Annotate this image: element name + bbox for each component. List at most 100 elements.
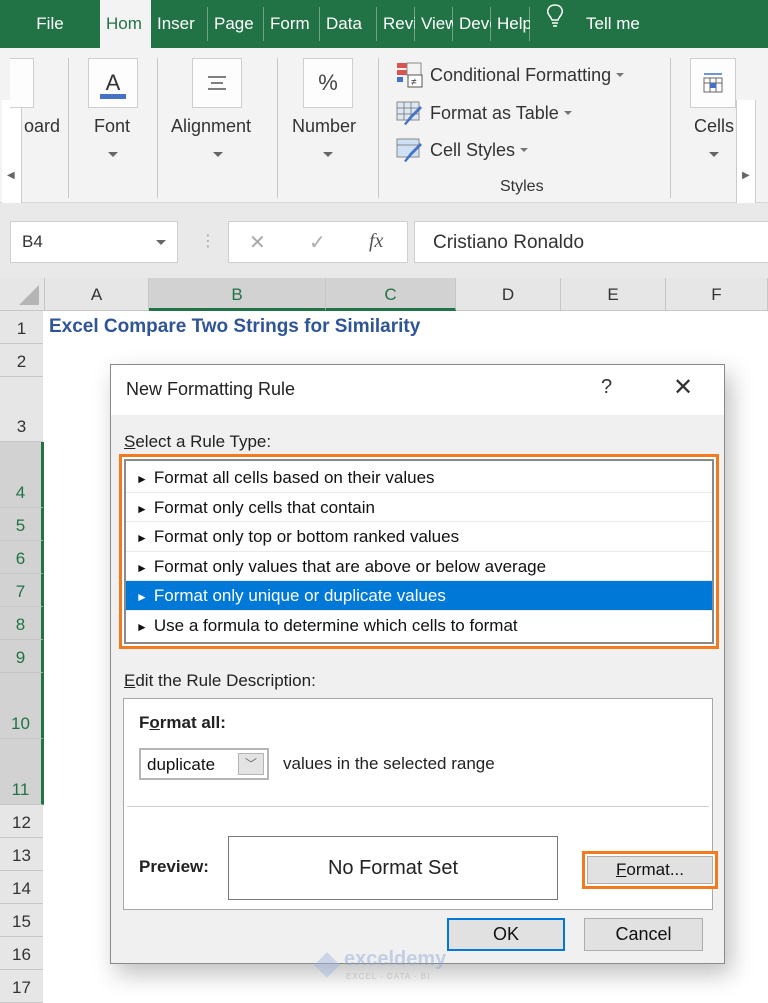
- rule-type-item[interactable]: ► Use a formula to determine which cells …: [126, 611, 712, 641]
- column-header-d[interactable]: D: [456, 278, 561, 311]
- clipboard-group-label: oard: [24, 116, 61, 136]
- cells-group-label: Cells: [694, 116, 735, 136]
- row-header-14[interactable]: 14: [0, 871, 43, 904]
- align-center-icon: [208, 76, 226, 90]
- cancel-entry-icon[interactable]: ✕: [249, 230, 266, 255]
- exceldemy-logo-icon: [314, 952, 340, 978]
- svg-text:≠: ≠: [411, 77, 417, 88]
- tab-insert[interactable]: Inser: [151, 0, 208, 48]
- name-box[interactable]: B4: [10, 221, 178, 263]
- row-header-6[interactable]: 6: [0, 541, 44, 574]
- font-color-icon: A: [105, 70, 121, 95]
- cells-insert-icon: [703, 73, 723, 93]
- row-header-13[interactable]: 13: [0, 838, 43, 871]
- chevron-down-icon[interactable]: ﹀: [238, 753, 264, 775]
- select-rule-type-label: Select a Rule Type:: [124, 432, 272, 451]
- format-all-label: Format all:: [139, 713, 226, 732]
- tab-formulas[interactable]: Form: [264, 0, 320, 48]
- ribbon-tab-bar: File Hom Inser Page Form Data Revie View…: [0, 0, 768, 50]
- formula-buttons: ✕ ✓ fx: [228, 221, 408, 263]
- new-formatting-rule-dialog: New Formatting Rule ? ✕ Select a Rule Ty…: [110, 364, 725, 964]
- rule-type-item[interactable]: ► Format only values that are above or be…: [126, 552, 712, 581]
- row-header-2[interactable]: 2: [0, 344, 43, 377]
- format-as-table-icon: [396, 100, 424, 126]
- rule-type-item-selected[interactable]: ► Format only unique or duplicate values: [126, 581, 712, 611]
- edit-rule-description-label: Edit the Rule Description:: [124, 671, 316, 690]
- column-header-a[interactable]: A: [45, 278, 149, 311]
- chevron-down-icon[interactable]: [156, 240, 166, 245]
- conditional-formatting-button[interactable]: ≠ Conditional Formatting: [396, 62, 625, 88]
- alignment-button[interactable]: [192, 58, 242, 108]
- column-header-e[interactable]: E: [561, 278, 666, 311]
- clipboard-button[interactable]: [10, 58, 34, 108]
- lightbulb-icon[interactable]: [530, 0, 580, 48]
- number-group-label: Number: [292, 116, 357, 136]
- rule-type-list[interactable]: ► Format all cells based on their values …: [119, 454, 719, 649]
- close-icon[interactable]: ✕: [673, 373, 693, 402]
- tab-developer[interactable]: Deve: [453, 0, 491, 48]
- row-header-11[interactable]: 11: [0, 739, 44, 805]
- tab-review[interactable]: Revie: [377, 0, 415, 48]
- format-as-table-button[interactable]: Format as Table: [396, 100, 572, 126]
- unique-duplicate-select[interactable]: duplicate ﹀: [139, 748, 269, 780]
- preview-label: Preview:: [139, 857, 209, 876]
- row-header-16[interactable]: 16: [0, 937, 43, 970]
- tab-home[interactable]: Hom: [100, 0, 151, 50]
- tab-view[interactable]: View: [415, 0, 453, 48]
- formula-bar: B4 ⋮ ✕ ✓ fx Cristiano Ronaldo: [0, 203, 768, 278]
- insert-function-icon[interactable]: fx: [369, 230, 383, 253]
- percent-icon: %: [318, 70, 338, 95]
- exceldemy-watermark: exceldemy EXCEL · DATA · BI: [310, 948, 458, 986]
- column-header-c[interactable]: C: [326, 278, 456, 311]
- format-button[interactable]: Format...: [587, 856, 713, 884]
- chevron-right-icon: ▶: [742, 170, 750, 181]
- chevron-left-icon: ◀: [7, 170, 15, 181]
- formula-bar-grip[interactable]: ⋮: [200, 231, 216, 251]
- column-header-f[interactable]: F: [666, 278, 768, 311]
- cell-a1-title[interactable]: Excel Compare Two Strings for Similarity: [49, 316, 420, 338]
- row-header-5[interactable]: 5: [0, 508, 44, 541]
- tab-page-layout[interactable]: Page: [208, 0, 264, 48]
- row-header-1[interactable]: 1: [0, 311, 43, 344]
- rule-type-item[interactable]: ► Format all cells based on their values: [126, 463, 712, 493]
- row-header-8[interactable]: 8: [0, 607, 44, 640]
- cells-button[interactable]: [690, 58, 736, 108]
- tab-help[interactable]: Help: [491, 0, 530, 48]
- select-all-button[interactable]: [0, 278, 45, 311]
- row-header-4[interactable]: 4: [0, 442, 44, 508]
- rule-type-item[interactable]: ► Format only cells that contain: [126, 493, 712, 522]
- column-header-b[interactable]: B: [149, 278, 326, 311]
- help-icon[interactable]: ?: [601, 376, 612, 399]
- cell-styles-icon: [396, 137, 424, 163]
- arrow-right-icon: ►: [136, 560, 148, 575]
- row-header-15[interactable]: 15: [0, 904, 43, 937]
- row-header-12[interactable]: 12: [0, 805, 43, 838]
- cancel-button[interactable]: Cancel: [584, 918, 703, 951]
- tell-me-search[interactable]: Tell me: [580, 0, 646, 48]
- cell-styles-button[interactable]: Cell Styles: [396, 137, 529, 163]
- ok-button[interactable]: OK: [447, 918, 565, 951]
- tab-file[interactable]: File: [0, 0, 100, 48]
- font-button[interactable]: A: [88, 58, 138, 108]
- row-header-3[interactable]: 3: [0, 377, 43, 442]
- divider: [127, 806, 709, 807]
- row-header-10[interactable]: 10: [0, 673, 44, 739]
- confirm-entry-icon[interactable]: ✓: [309, 230, 326, 255]
- styles-group-label: Styles: [500, 178, 544, 195]
- rule-description-panel: Format all: duplicate ﹀ values in the se…: [123, 698, 718, 910]
- rule-type-item[interactable]: ► Format only top or bottom ranked values: [126, 522, 712, 552]
- tab-data[interactable]: Data: [320, 0, 377, 48]
- row-header-9[interactable]: 9: [0, 640, 44, 673]
- number-button[interactable]: %: [303, 58, 353, 108]
- row-header-7[interactable]: 7: [0, 574, 44, 607]
- arrow-right-icon: ►: [136, 590, 148, 604]
- arrow-right-icon: ►: [136, 619, 148, 634]
- row-header-17[interactable]: 17: [0, 970, 43, 1003]
- arrow-right-icon: ►: [136, 531, 148, 545]
- values-in-range-label: values in the selected range: [283, 754, 495, 773]
- alignment-group-label: Alignment: [171, 116, 252, 136]
- dialog-title-bar[interactable]: New Formatting Rule ? ✕: [111, 365, 724, 415]
- formula-input[interactable]: Cristiano Ronaldo: [414, 221, 768, 263]
- conditional-formatting-icon: ≠: [396, 62, 424, 88]
- ribbon: ◀ oard A Font Alignment % Number ≠ Condi…: [0, 48, 768, 250]
